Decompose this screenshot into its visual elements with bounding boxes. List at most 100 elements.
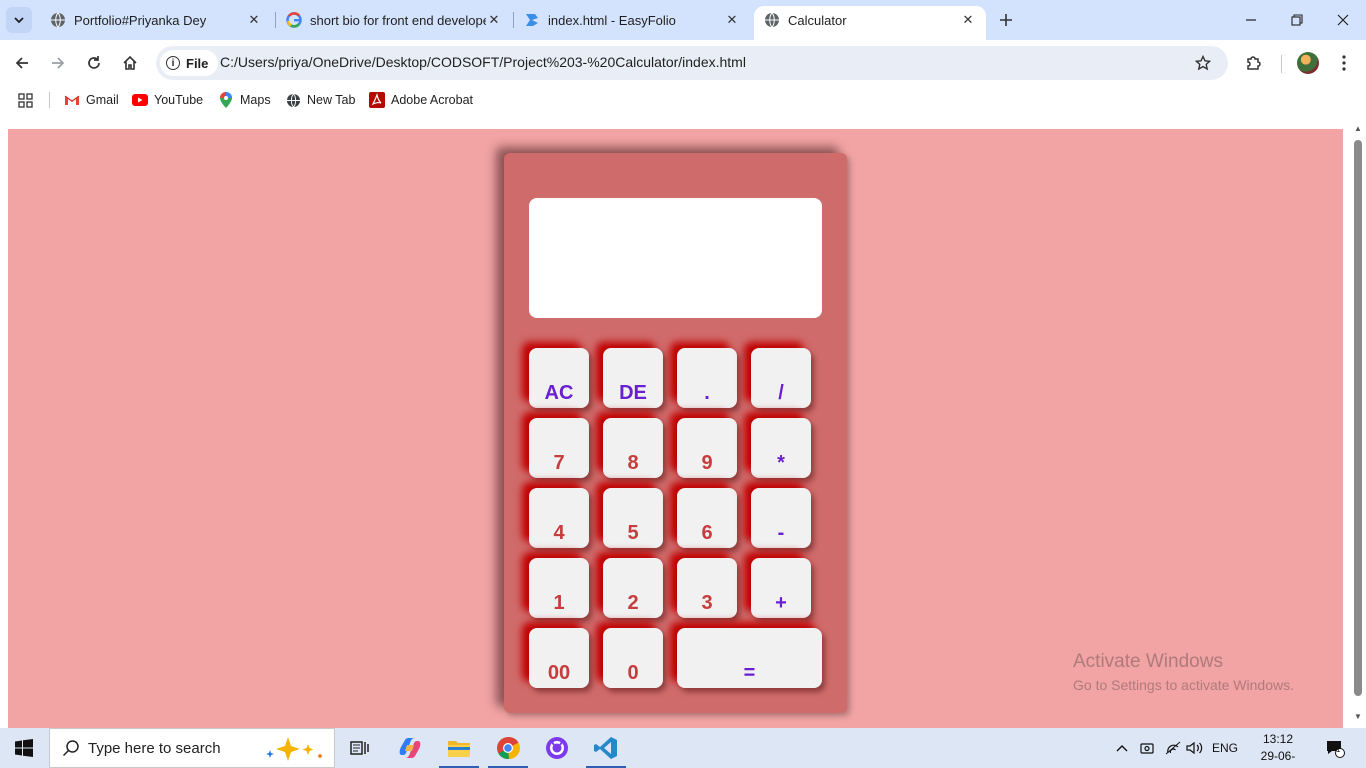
digit-3-button[interactable]: 3 [677, 558, 737, 618]
decimal-button[interactable]: . [677, 348, 737, 408]
meet-now-button[interactable] [1139, 728, 1155, 768]
tab-google-search[interactable]: short bio for front end develope ✕ [276, 6, 512, 34]
show-hidden-icons-button[interactable] [1114, 728, 1130, 768]
github-icon [546, 737, 568, 759]
bookmarks-bar: Gmail YouTube Maps New Tab Adobe Acrobat [0, 86, 1366, 114]
chevron-down-icon [14, 17, 24, 24]
site-info-chip[interactable]: i File [160, 50, 219, 76]
google-icon [286, 12, 302, 28]
tab-easyfolio[interactable]: index.html - EasyFolio ✕ [514, 6, 750, 34]
close-tab-icon[interactable]: ✕ [960, 12, 976, 28]
globe-icon [764, 12, 780, 28]
digit-8-button[interactable]: 8 [603, 418, 663, 478]
digit-4-button[interactable]: 4 [529, 488, 589, 548]
reload-button[interactable] [80, 49, 108, 77]
extensions-button[interactable] [1240, 49, 1268, 77]
restore-icon [1291, 14, 1303, 26]
tab-title: short bio for front end develope [310, 12, 486, 28]
acrobat-icon [369, 92, 385, 108]
page-scrollbar[interactable]: ▲ ▼ [1350, 114, 1366, 728]
network-button[interactable] [1164, 728, 1182, 768]
copilot-sparkle-icon [266, 737, 322, 761]
taskbar-vscode[interactable] [582, 728, 630, 768]
close-tab-icon[interactable]: ✕ [486, 12, 502, 28]
clock[interactable]: 13:12 29-06-2025 [1252, 731, 1304, 768]
apps-grid-icon [18, 92, 33, 108]
language-indicator[interactable]: ENG [1212, 728, 1238, 768]
bookmark-new-tab[interactable]: New Tab [285, 90, 355, 110]
tab-title: index.html - EasyFolio [548, 12, 676, 28]
close-tab-icon[interactable]: ✕ [246, 12, 262, 28]
clock-date: 29-06-2025 [1260, 749, 1296, 768]
tab-calculator[interactable]: Calculator ✕ [754, 6, 986, 40]
tab-portfolio[interactable]: Portfolio#Priyanka Dey ✕ [40, 6, 272, 34]
start-button[interactable] [0, 728, 48, 768]
plus-button[interactable]: + [751, 558, 811, 618]
menu-button[interactable] [1330, 49, 1358, 77]
taskbar-chrome[interactable] [484, 728, 532, 768]
digit-6-button[interactable]: 6 [677, 488, 737, 548]
windows-taskbar: Type here to search ENG 13:12 29-06- 1 [0, 728, 1366, 768]
minimize-icon [1246, 19, 1256, 21]
bookmark-maps[interactable]: Maps [218, 90, 271, 110]
taskbar-search[interactable]: Type here to search [49, 728, 335, 768]
browser-toolbar: i File C:/Users/priya/OneDrive/Desktop/C… [0, 40, 1366, 86]
close-tab-icon[interactable]: ✕ [724, 12, 740, 28]
tab-strip: Portfolio#Priyanka Dey ✕ short bio for f… [0, 0, 1366, 40]
url-text[interactable]: C:/Users/priya/OneDrive/Desktop/CODSOFT/… [220, 54, 746, 70]
new-tab-button[interactable] [994, 8, 1018, 32]
profile-avatar[interactable] [1297, 52, 1319, 74]
bookmark-star-button[interactable] [1192, 52, 1214, 74]
minimize-button[interactable] [1228, 0, 1274, 40]
all-clear-button[interactable]: AC [529, 348, 589, 408]
taskbar-file-explorer[interactable] [435, 728, 483, 768]
easyfolio-icon [524, 12, 540, 28]
address-bar[interactable]: i File C:/Users/priya/OneDrive/Desktop/C… [156, 46, 1228, 80]
back-button[interactable] [8, 49, 36, 77]
digit-2-button[interactable]: 2 [603, 558, 663, 618]
star-icon [1195, 55, 1211, 71]
scroll-thumb[interactable] [1354, 140, 1362, 696]
volume-button[interactable] [1186, 728, 1204, 768]
bookmark-youtube[interactable]: YouTube [132, 90, 203, 110]
chrome-icon [497, 736, 520, 760]
vscode-icon [594, 737, 617, 759]
digit-1-button[interactable]: 1 [529, 558, 589, 618]
webcam-icon [1140, 743, 1154, 754]
bookmark-adobe-acrobat[interactable]: Adobe Acrobat [369, 90, 473, 110]
close-window-button[interactable] [1320, 0, 1366, 40]
equals-button[interactable]: = [677, 628, 822, 688]
task-view-button[interactable] [336, 728, 384, 768]
digit-9-button[interactable]: 9 [677, 418, 737, 478]
notifications-button[interactable]: 1 [1324, 728, 1346, 768]
taskbar-copilot[interactable] [386, 728, 434, 768]
notification-count: 1 [1336, 745, 1341, 754]
windows-logo-icon [15, 739, 33, 757]
scroll-up-arrow-icon[interactable]: ▲ [1353, 124, 1363, 134]
tab-title: Portfolio#Priyanka Dey [74, 12, 207, 28]
scroll-down-arrow-icon[interactable]: ▼ [1353, 712, 1363, 722]
speaker-icon [1186, 741, 1203, 755]
bookmark-gmail[interactable]: Gmail [64, 90, 119, 110]
digit-0-button[interactable]: 0 [603, 628, 663, 688]
divide-button[interactable]: / [751, 348, 811, 408]
bookmark-label: Adobe Acrobat [391, 93, 474, 107]
taskbar-github-desktop[interactable] [533, 728, 581, 768]
digit-7-button[interactable]: 7 [529, 418, 589, 478]
home-button[interactable] [116, 49, 144, 77]
maps-icon [218, 92, 234, 108]
forward-button[interactable] [44, 49, 72, 77]
delete-button[interactable]: DE [603, 348, 663, 408]
multiply-button[interactable]: * [751, 418, 811, 478]
double-zero-button[interactable]: 00 [529, 628, 589, 688]
activate-windows-watermark: Activate Windows Go to Settings to activ… [1073, 651, 1294, 693]
tab-search-button[interactable] [6, 7, 32, 33]
apps-button[interactable] [18, 90, 33, 110]
minus-button[interactable]: - [751, 488, 811, 548]
watermark-subtitle: Go to Settings to activate Windows. [1073, 677, 1294, 693]
restore-button[interactable] [1274, 0, 1320, 40]
digit-5-button[interactable]: 5 [603, 488, 663, 548]
toolbar-divider [1281, 55, 1282, 73]
calculator-display[interactable] [529, 198, 822, 318]
search-placeholder: Type here to search [88, 739, 221, 757]
